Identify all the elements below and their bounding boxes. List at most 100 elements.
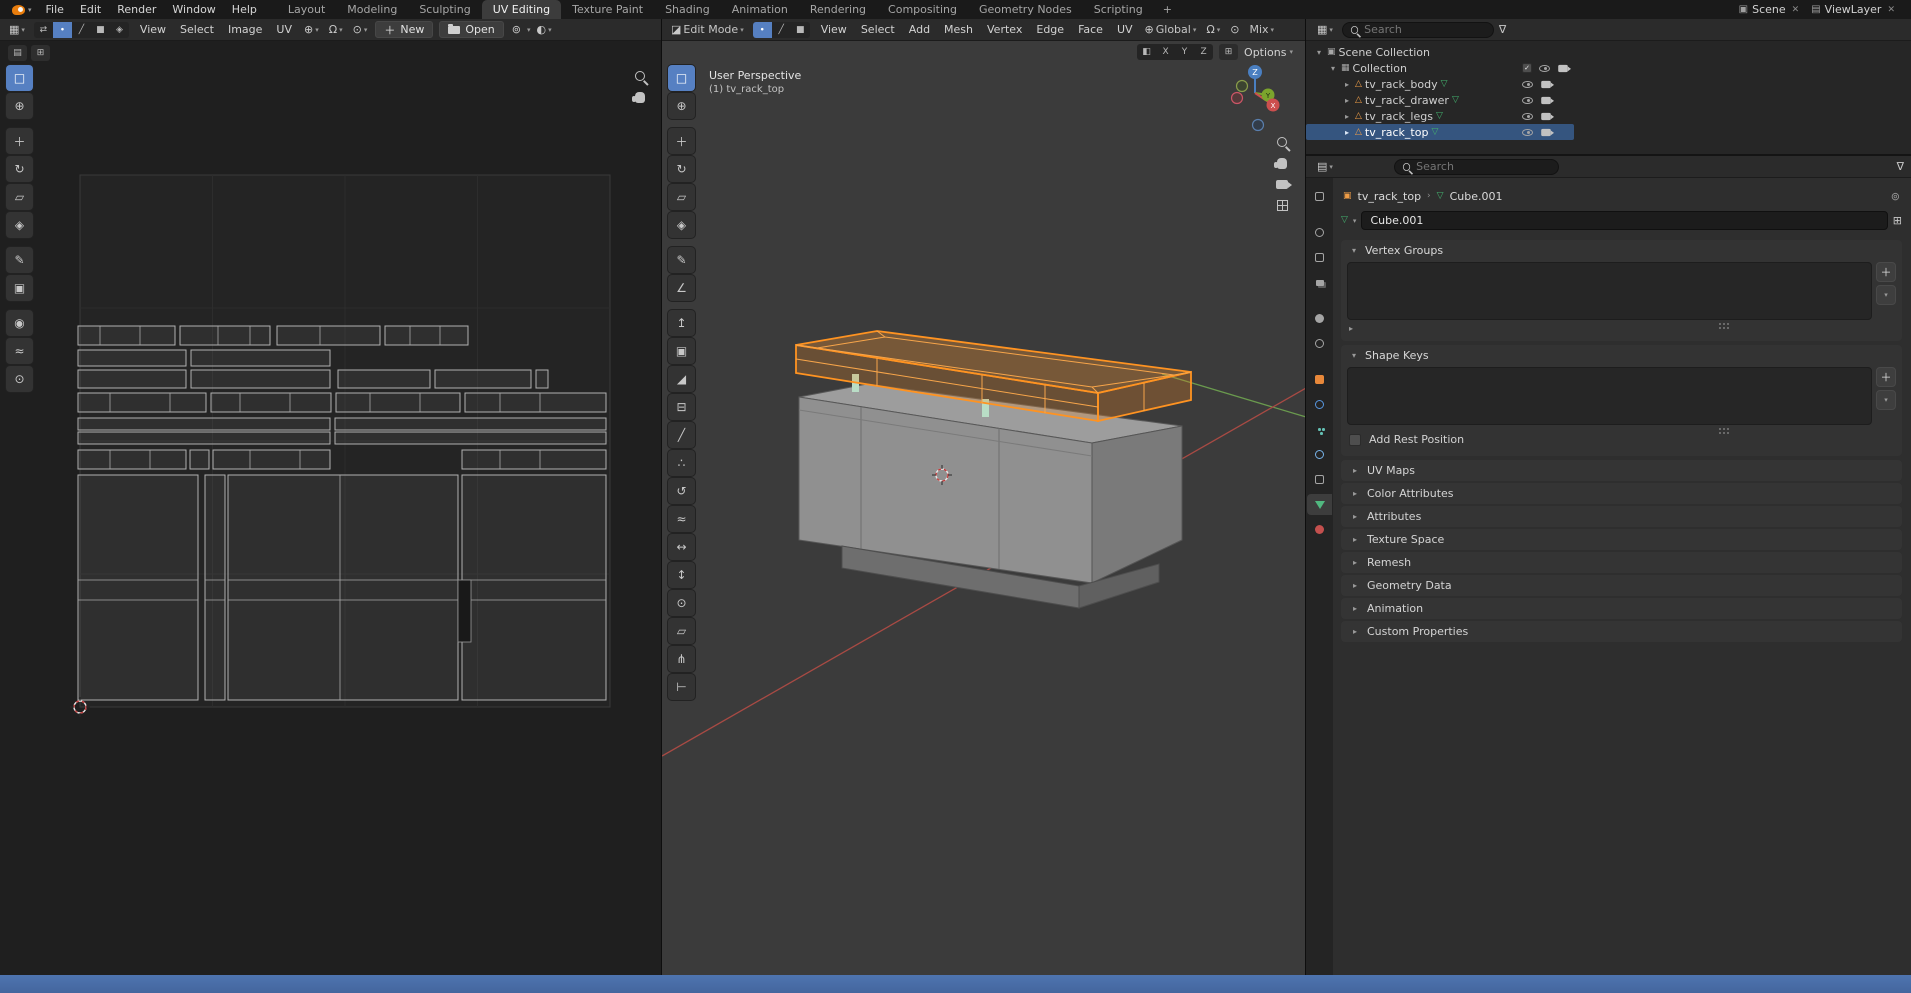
hide-eye-icon[interactable]: [1522, 97, 1533, 104]
uv-menu-select[interactable]: Select: [174, 23, 220, 36]
add-shape-key-button[interactable]: ＋: [1876, 367, 1896, 387]
mirror-z-button[interactable]: Z: [1194, 44, 1213, 60]
uv-islands[interactable]: [78, 326, 606, 700]
uv-island-select-button[interactable]: ◈: [110, 22, 129, 38]
tool-smooth[interactable]: ≈: [668, 506, 695, 532]
tool-inset-faces[interactable]: ▣: [668, 338, 695, 364]
tool-select-box[interactable]: □: [668, 65, 695, 91]
shape-keys-list[interactable]: [1347, 367, 1872, 425]
tab-geometry-nodes[interactable]: Geometry Nodes: [968, 0, 1083, 19]
camera-view-icon[interactable]: [1276, 180, 1288, 189]
mirror-y-button[interactable]: Y: [1175, 44, 1194, 60]
vp-menu-add[interactable]: Add: [903, 23, 936, 36]
uv-tool-move[interactable]: ＋: [6, 128, 33, 154]
tool-transform[interactable]: ◈: [668, 212, 695, 238]
tab-scene[interactable]: [1307, 308, 1332, 329]
uv-tool-select-box[interactable]: □: [6, 65, 33, 91]
tab-material[interactable]: [1307, 519, 1332, 540]
properties-search-input[interactable]: [1416, 160, 1551, 173]
filter-icon[interactable]: ∇: [1499, 24, 1506, 35]
tool-knife[interactable]: ╱: [668, 422, 695, 448]
vp-menu-view[interactable]: View: [815, 23, 853, 36]
tab-object[interactable]: [1307, 369, 1332, 390]
vp-menu-uv[interactable]: UV: [1111, 23, 1139, 36]
disclosure-icon[interactable]: ▸: [1342, 96, 1352, 105]
tool-rotate[interactable]: ↻: [668, 156, 695, 182]
snap-options-icon[interactable]: ⊞: [1219, 44, 1238, 60]
remesh-panel[interactable]: ▸Remesh: [1341, 552, 1902, 573]
transform-orientation-selector[interactable]: ⊕ Global ▾: [1141, 23, 1201, 36]
navigation-gizmo[interactable]: Z Y X: [1219, 59, 1291, 135]
outliner-display-mode[interactable]: ▦▾: [1313, 24, 1337, 35]
add-rest-position-checkbox[interactable]: [1349, 434, 1361, 446]
object-row-tv-rack-legs[interactable]: ▸ △ tv_rack_legs ▽: [1306, 108, 1911, 124]
menu-render[interactable]: Render: [109, 0, 164, 19]
tab-uv-editing[interactable]: UV Editing: [482, 0, 561, 19]
uv-vertex-select-button[interactable]: ∙: [53, 22, 72, 38]
tab-view-layer[interactable]: [1307, 272, 1332, 293]
face-select-button[interactable]: ■: [791, 22, 810, 38]
texture-space-panel[interactable]: ▸Texture Space: [1341, 529, 1902, 550]
uv-face-select-button[interactable]: ■: [91, 22, 110, 38]
scene-collection-row[interactable]: ▾ ▣ Scene Collection: [1306, 44, 1911, 60]
disclosure-icon[interactable]: ▾: [1328, 64, 1338, 73]
disable-render-icon[interactable]: [1541, 128, 1551, 135]
pin-icon[interactable]: ⊚: [508, 24, 525, 35]
tool-extrude[interactable]: ↥: [668, 310, 695, 336]
breadcrumb-object[interactable]: tv_rack_top: [1358, 190, 1422, 203]
vp-menu-edge[interactable]: Edge: [1030, 23, 1070, 36]
hide-eye-icon[interactable]: [1522, 129, 1533, 136]
proportional-edit-toggle[interactable]: ⊙▾: [349, 24, 372, 35]
uv-menu-uv[interactable]: UV: [270, 23, 298, 36]
properties-editor-icon-dropdown[interactable]: ▤▾: [1313, 161, 1337, 172]
tool-loop-cut[interactable]: ⊟: [668, 394, 695, 420]
vp-menu-vertex[interactable]: Vertex: [981, 23, 1028, 36]
viewlayer-selector[interactable]: ▤ ViewLayer ✕: [1807, 3, 1901, 16]
tab-modeling[interactable]: Modeling: [336, 0, 408, 19]
pivot-point-selector[interactable]: ⊕▾: [300, 24, 323, 35]
object-row-tv-rack-body[interactable]: ▸ △ tv_rack_body ▽: [1306, 76, 1911, 92]
menu-window[interactable]: Window: [164, 0, 223, 19]
uv-tool-scale[interactable]: ▱: [6, 184, 33, 210]
pin-icon[interactable]: ⊚: [1891, 190, 1900, 203]
geometry-data-panel[interactable]: ▸Geometry Data: [1341, 575, 1902, 596]
tool-edge-slide[interactable]: ↔: [668, 534, 695, 560]
pan-hand-icon[interactable]: [635, 92, 645, 103]
tool-cursor[interactable]: ⊕: [668, 93, 695, 119]
tab-world[interactable]: [1307, 333, 1332, 354]
tab-texture-paint[interactable]: Texture Paint: [561, 0, 654, 19]
uv-tool-rotate[interactable]: ↻: [6, 156, 33, 182]
orthographic-toggle-icon[interactable]: [1277, 200, 1288, 211]
uv-tool-grab[interactable]: ◉: [6, 310, 33, 336]
tool-rip-edge[interactable]: ⊢: [668, 674, 695, 700]
vp-menu-select[interactable]: Select: [855, 23, 901, 36]
color-attributes-panel[interactable]: ▸Color Attributes: [1341, 483, 1902, 504]
exclude-checkbox[interactable]: ✓: [1522, 63, 1532, 73]
tab-render[interactable]: [1307, 222, 1332, 243]
open-image-button[interactable]: Open: [439, 21, 503, 38]
menu-file[interactable]: File: [38, 0, 72, 19]
editor-type-selector[interactable]: ▦▾: [5, 24, 29, 35]
disclosure-icon[interactable]: ▸: [1342, 112, 1352, 121]
tab-rendering[interactable]: Rendering: [799, 0, 877, 19]
tab-animation[interactable]: Animation: [721, 0, 799, 19]
vp-menu-mesh[interactable]: Mesh: [938, 23, 979, 36]
disable-render-icon[interactable]: [1558, 64, 1568, 71]
fake-user-icon[interactable]: ⊞: [1893, 215, 1902, 226]
uv-menu-image[interactable]: Image: [222, 23, 268, 36]
outliner-search[interactable]: [1342, 22, 1494, 38]
snap-selector[interactable]: Ω▾: [325, 24, 347, 35]
custom-properties-panel[interactable]: ▸Custom Properties: [1341, 621, 1902, 642]
uv-edge-select-button[interactable]: ╱: [72, 22, 91, 38]
tool-spin[interactable]: ↺: [668, 478, 695, 504]
data-name-input[interactable]: [1361, 211, 1887, 230]
edge-select-button[interactable]: ╱: [772, 22, 791, 38]
vertex-select-button[interactable]: ∙: [753, 22, 772, 38]
uv-tool-relax[interactable]: ≈: [6, 338, 33, 364]
properties-search[interactable]: [1394, 159, 1559, 175]
zoom-icon[interactable]: [635, 71, 645, 81]
uv-gizmo-toggle-icon[interactable]: ⊞: [31, 45, 50, 61]
object-row-tv-rack-top[interactable]: ▸ △ tv_rack_top ▽: [1306, 124, 1574, 140]
tool-bevel[interactable]: ◢: [668, 366, 695, 392]
shape-keys-header[interactable]: ▾ Shape Keys: [1341, 345, 1902, 365]
